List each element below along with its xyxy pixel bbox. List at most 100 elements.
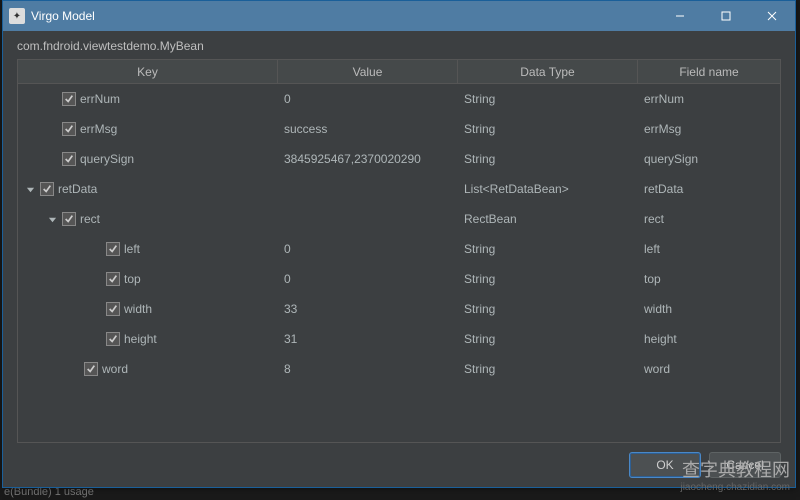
close-icon: [767, 11, 777, 21]
field-cell[interactable]: querySign: [638, 152, 780, 166]
table-row[interactable]: word8Stringword: [18, 354, 780, 384]
row-checkbox[interactable]: [62, 212, 76, 226]
expand-toggle[interactable]: [46, 213, 58, 225]
indent-spacer: [24, 99, 42, 100]
row-checkbox[interactable]: [62, 92, 76, 106]
key-cell: querySign: [18, 144, 278, 174]
key-label: retData: [58, 182, 97, 196]
table-row[interactable]: errNum0StringerrNum: [18, 84, 780, 114]
key-cell: height: [18, 324, 278, 354]
value-cell[interactable]: 0: [278, 92, 458, 106]
check-icon: [108, 244, 118, 254]
titlebar[interactable]: ✦ Virgo Model: [3, 1, 795, 31]
field-cell[interactable]: height: [638, 332, 780, 346]
value-cell[interactable]: 3845925467,2370020290: [278, 152, 458, 166]
key-label: top: [124, 272, 141, 286]
value-cell[interactable]: 0: [278, 272, 458, 286]
key-label: word: [102, 362, 128, 376]
check-icon: [64, 94, 74, 104]
indent-spacer: [68, 339, 86, 340]
row-checkbox[interactable]: [106, 332, 120, 346]
close-button[interactable]: [749, 1, 795, 31]
cancel-button[interactable]: Cancel: [709, 452, 781, 478]
row-checkbox[interactable]: [106, 242, 120, 256]
table-row[interactable]: left0Stringleft: [18, 234, 780, 264]
key-label: rect: [80, 212, 100, 226]
check-icon: [64, 214, 74, 224]
key-label: width: [124, 302, 152, 316]
value-cell[interactable]: 8: [278, 362, 458, 376]
indent-spacer: [46, 279, 64, 280]
field-cell[interactable]: width: [638, 302, 780, 316]
key-cell: errNum: [18, 84, 278, 114]
chevron-down-icon: [26, 185, 35, 194]
row-checkbox[interactable]: [84, 362, 98, 376]
expander-placeholder: [90, 279, 102, 280]
table-row[interactable]: retDataList<RetDataBean>retData: [18, 174, 780, 204]
type-cell: String: [458, 92, 638, 106]
table-row[interactable]: errMsgsuccessStringerrMsg: [18, 114, 780, 144]
check-icon: [64, 124, 74, 134]
indent-spacer: [24, 369, 42, 370]
table-row[interactable]: querySign3845925467,2370020290Stringquer…: [18, 144, 780, 174]
type-cell: String: [458, 152, 638, 166]
indent-spacer: [46, 339, 64, 340]
class-path-label: com.fndroid.viewtestdemo.MyBean: [3, 31, 795, 59]
indent-spacer: [24, 219, 42, 220]
field-cell[interactable]: retData: [638, 182, 780, 196]
type-cell: List<RetDataBean>: [458, 182, 638, 196]
col-type[interactable]: Data Type: [458, 60, 638, 83]
window-title: Virgo Model: [31, 9, 657, 23]
type-cell: String: [458, 242, 638, 256]
row-checkbox[interactable]: [62, 152, 76, 166]
field-cell[interactable]: top: [638, 272, 780, 286]
table-row[interactable]: height31Stringheight: [18, 324, 780, 354]
check-icon: [108, 304, 118, 314]
value-cell[interactable]: 33: [278, 302, 458, 316]
type-cell: String: [458, 302, 638, 316]
maximize-button[interactable]: [703, 1, 749, 31]
key-cell: retData: [18, 174, 278, 204]
key-label: errMsg: [80, 122, 117, 136]
value-cell[interactable]: 31: [278, 332, 458, 346]
expander-placeholder: [46, 99, 58, 100]
indent-spacer: [46, 249, 64, 250]
ok-button[interactable]: OK: [629, 452, 701, 478]
field-cell[interactable]: left: [638, 242, 780, 256]
type-cell: String: [458, 122, 638, 136]
table-row[interactable]: width33Stringwidth: [18, 294, 780, 324]
table-header: Key Value Data Type Field name: [18, 60, 780, 84]
indent-spacer: [46, 369, 64, 370]
field-cell[interactable]: errMsg: [638, 122, 780, 136]
col-value[interactable]: Value: [278, 60, 458, 83]
table-row[interactable]: top0Stringtop: [18, 264, 780, 294]
dialog-window: ✦ Virgo Model com.fndroid.viewtestdemo.M…: [2, 0, 796, 488]
col-field[interactable]: Field name: [638, 60, 780, 83]
maximize-icon: [721, 11, 731, 21]
field-cell[interactable]: errNum: [638, 92, 780, 106]
row-checkbox[interactable]: [106, 272, 120, 286]
indent-spacer: [24, 159, 42, 160]
value-cell[interactable]: 0: [278, 242, 458, 256]
table-body: errNum0StringerrNumerrMsgsuccessStringer…: [18, 84, 780, 384]
type-cell: RectBean: [458, 212, 638, 226]
expand-toggle[interactable]: [24, 183, 36, 195]
field-cell[interactable]: rect: [638, 212, 780, 226]
chevron-down-icon: [48, 215, 57, 224]
row-checkbox[interactable]: [106, 302, 120, 316]
row-checkbox[interactable]: [62, 122, 76, 136]
field-cell[interactable]: word: [638, 362, 780, 376]
minimize-button[interactable]: [657, 1, 703, 31]
table-row[interactable]: rectRectBeanrect: [18, 204, 780, 234]
expander-placeholder: [90, 249, 102, 250]
check-icon: [108, 274, 118, 284]
indent-spacer: [24, 309, 42, 310]
expander-placeholder: [90, 309, 102, 310]
expander-placeholder: [90, 339, 102, 340]
col-key[interactable]: Key: [18, 60, 278, 83]
indent-spacer: [68, 309, 86, 310]
value-cell[interactable]: success: [278, 122, 458, 136]
check-icon: [42, 184, 52, 194]
key-cell: rect: [18, 204, 278, 234]
row-checkbox[interactable]: [40, 182, 54, 196]
